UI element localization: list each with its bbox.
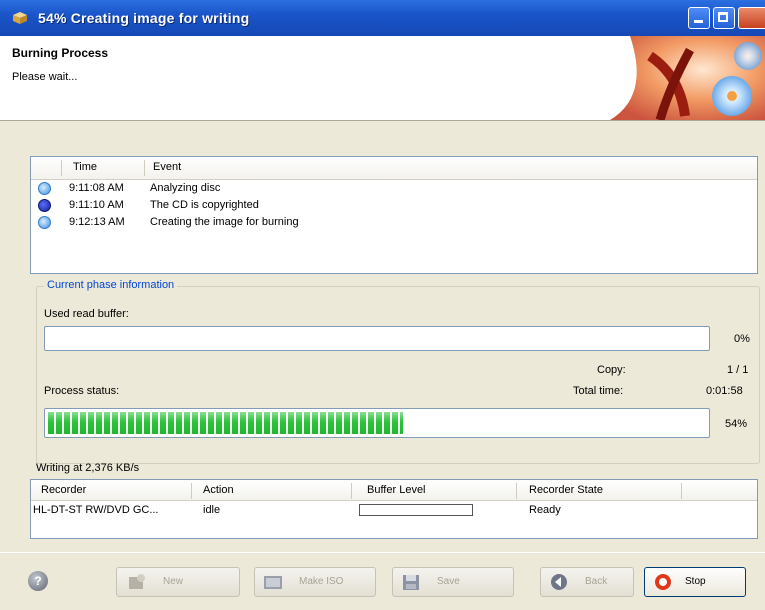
iso-image-icon (264, 576, 282, 589)
total-time-label: Total time: (573, 385, 624, 397)
read-buffer-bar (44, 326, 710, 351)
log-time: 9:12:13 AM (69, 216, 125, 228)
log-time: 9:11:08 AM (69, 182, 124, 194)
column-divider (144, 160, 145, 176)
back-button[interactable]: Back (540, 567, 634, 597)
process-progress-bar (44, 408, 710, 438)
column-buffer-level[interactable]: Buffer Level (367, 484, 426, 496)
event-log[interactable]: Time Event 9:11:08 AM Analyzing disc 9:1… (30, 156, 758, 274)
buffer-percent: 0% (734, 333, 750, 345)
info-icon (38, 216, 51, 229)
log-row[interactable]: 9:11:08 AM Analyzing disc (31, 180, 757, 197)
app-logo (610, 36, 765, 120)
new-disc-icon (129, 574, 145, 589)
column-recorder[interactable]: Recorder (41, 484, 86, 496)
column-divider (681, 483, 682, 499)
save-icon (403, 575, 419, 590)
wizard-header: Burning Process Please wait... (0, 36, 765, 121)
recorder-table[interactable]: Recorder Action Buffer Level Recorder St… (30, 479, 758, 539)
log-row[interactable]: 9:11:10 AM The CD is copyrighted (31, 197, 757, 214)
stop-icon (655, 574, 671, 590)
progress-percent: 54% (725, 418, 748, 430)
writing-speed: Writing at 2,376 KB/s (36, 462, 140, 474)
column-divider (61, 160, 62, 176)
info-icon (38, 182, 51, 195)
copy-label: Copy: (597, 364, 626, 376)
buffer-level-bar (359, 504, 473, 516)
process-progress-fill (48, 412, 403, 434)
minimize-button[interactable] (688, 7, 710, 29)
new-button[interactable]: New (116, 567, 240, 597)
column-divider (351, 483, 352, 499)
log-event: Analyzing disc (150, 182, 221, 194)
back-button-label: Back (585, 576, 608, 587)
close-button[interactable] (738, 7, 765, 29)
make-iso-button-label: Make ISO (299, 576, 344, 587)
help-icon: ? (34, 574, 42, 588)
log-row[interactable]: 9:12:13 AM Creating the image for burnin… (31, 214, 757, 231)
column-action[interactable]: Action (203, 484, 234, 496)
log-time: 9:11:10 AM (69, 199, 124, 211)
new-button-label: New (163, 576, 184, 587)
recorder-table-header: Recorder Action Buffer Level Recorder St… (31, 480, 757, 501)
app-icon (13, 12, 27, 24)
total-time-value: 0:01:58 (706, 385, 743, 397)
recorder-row[interactable]: HL-DT-ST RW/DVD GC... idle Ready (31, 501, 757, 519)
column-time[interactable]: Time (73, 161, 97, 173)
page-subtitle: Please wait... (12, 71, 78, 83)
column-recorder-state[interactable]: Recorder State (529, 484, 603, 496)
buffer-label: Used read buffer: (44, 308, 129, 320)
log-event: Creating the image for burning (150, 216, 299, 228)
event-log-header: Time Event (31, 157, 757, 180)
window-title: 54% Creating image for writing (38, 10, 250, 26)
column-divider (191, 483, 192, 499)
copyright-icon (38, 199, 51, 212)
save-button[interactable]: Save (392, 567, 514, 597)
maximize-button[interactable] (713, 7, 735, 29)
help-button[interactable]: ? (28, 571, 48, 591)
make-iso-button[interactable]: Make ISO (254, 567, 376, 597)
save-button-label: Save (437, 576, 460, 587)
process-status-label: Process status: (44, 385, 120, 397)
title-bar[interactable]: 54% Creating image for writing (0, 0, 765, 36)
recorder-action: idle (203, 504, 221, 516)
back-arrow-icon (551, 574, 567, 590)
recorder-state: Ready (529, 504, 561, 516)
stop-button-label: Stop (685, 576, 706, 587)
column-divider (516, 483, 517, 499)
column-event[interactable]: Event (153, 161, 181, 173)
log-event: The CD is copyrighted (150, 199, 259, 211)
recorder-name: HL-DT-ST RW/DVD GC... (33, 504, 159, 516)
copy-value: 1 / 1 (727, 364, 749, 376)
stop-button[interactable]: Stop (644, 567, 746, 597)
phase-legend: Current phase information (44, 279, 178, 291)
page-title: Burning Process (12, 46, 109, 60)
